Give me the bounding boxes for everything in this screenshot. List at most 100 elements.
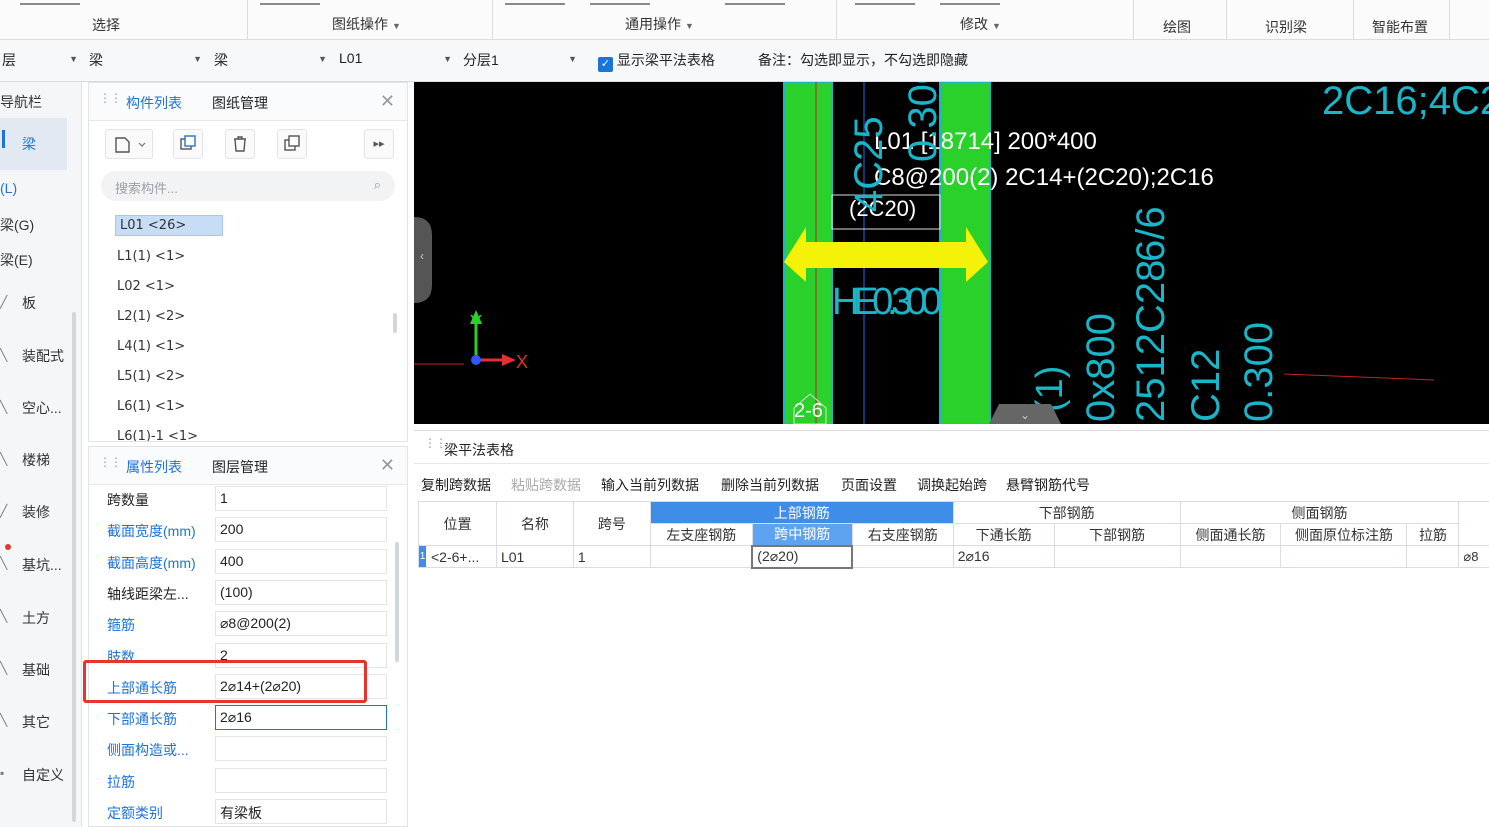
header-right-support[interactable]: 右支座钢筋 (851, 523, 954, 546)
ribbon-group-drawing[interactable]: 图纸操作 ▼ (332, 14, 401, 34)
close-icon[interactable]: ✕ (380, 455, 395, 476)
cell-span[interactable]: 1 (572, 545, 651, 568)
property-value-field[interactable]: 有梁板 (215, 799, 387, 824)
tab-property-list[interactable]: 属性列表 (126, 457, 182, 477)
header-name[interactable]: 名称 (495, 501, 574, 546)
list-item[interactable]: L2(1) <2> (117, 309, 185, 324)
property-row[interactable]: 定额类别 有梁板 (89, 796, 407, 827)
cell-bottom-through[interactable]: 2⌀16 (952, 545, 1055, 568)
list-item-selected[interactable]: L01 <26> (115, 215, 223, 236)
ribbon-cut-tool[interactable] (590, 0, 670, 5)
cell-bottom-rebar[interactable] (1053, 545, 1181, 568)
layer-select[interactable]: 分层1 ▼ (463, 50, 577, 72)
new-component-button[interactable] (105, 129, 153, 159)
property-value-field[interactable] (215, 767, 387, 793)
list-item[interactable]: L6(1) <1> (117, 399, 185, 414)
group-header-bottom-rebar[interactable]: 下部钢筋 (952, 501, 1181, 524)
cell-tie[interactable] (1406, 545, 1460, 568)
group-header-top-rebar[interactable]: 上部钢筋 (649, 501, 954, 524)
duplicate-component-button[interactable] (277, 129, 307, 159)
list-scrollbar[interactable] (393, 313, 397, 333)
show-table-checkbox[interactable]: ✓ 显示梁平法表格 (598, 50, 738, 72)
nav-item-custom[interactable]: 自定义 (22, 765, 64, 785)
ribbon-group-select[interactable]: 选择 (92, 15, 120, 35)
tab-component-list[interactable]: 构件列表 (126, 93, 182, 113)
property-value-field[interactable]: 200 (215, 517, 387, 543)
floor-select[interactable]: 层 ▼ (2, 50, 78, 72)
drag-handle-icon[interactable]: ⋮⋮ (99, 92, 122, 110)
property-row[interactable]: 箍筋 ⌀8@200(2) (89, 608, 407, 639)
cell-right-support[interactable] (851, 545, 954, 568)
property-value-field[interactable]: ⌀8@200(2) (215, 611, 387, 637)
header-position[interactable]: 位置 (418, 501, 497, 546)
cell-extra[interactable]: ⌀8 (1458, 545, 1489, 568)
cell-name[interactable]: L01 (495, 545, 574, 568)
tab-layer-management[interactable]: 图层管理 (212, 457, 268, 477)
more-tools-button[interactable]: ▸▸ (364, 129, 394, 159)
drag-handle-icon[interactable]: ⋮⋮ (424, 437, 447, 455)
close-icon[interactable]: ✕ (380, 91, 395, 112)
property-row[interactable]: 轴线距梁左... (100) (89, 577, 407, 608)
swap-start-span-button[interactable]: 调换起始跨 (917, 475, 987, 495)
header-span[interactable]: 跨号 (572, 501, 651, 546)
cell-side-through[interactable] (1179, 545, 1282, 568)
cad-drawing[interactable]: ‹ (2C20) L01 [18714] 200*400 C8@200(2) 2… (414, 82, 1489, 424)
ribbon-cut-tool[interactable] (940, 0, 1020, 5)
property-row[interactable]: 跨数量 1 (89, 483, 407, 514)
property-value-field[interactable]: (100) (215, 579, 387, 605)
nav-item-pit[interactable]: 基坑... (22, 555, 62, 575)
component-select[interactable]: L01 ▼ (339, 50, 452, 72)
cell-side-original[interactable] (1280, 545, 1408, 568)
header-tie[interactable]: 拉筋 (1406, 523, 1460, 546)
property-value-field[interactable]: 1 (215, 486, 387, 511)
property-scrollbar[interactable] (395, 542, 399, 662)
nav-item-other[interactable]: 其它 (22, 712, 50, 732)
ribbon-cut-tool[interactable] (20, 0, 100, 5)
header-extra[interactable] (1458, 501, 1489, 546)
category-select[interactable]: 梁 ▼ (89, 50, 202, 72)
input-column-data-button[interactable]: 输入当前列数据 (601, 475, 699, 495)
property-value-field[interactable]: 2⌀16 (215, 705, 387, 731)
ribbon-group-smart-layout[interactable]: 智能布置 (1372, 17, 1428, 37)
ribbon-group-recognize-beam[interactable]: 识别梁 (1265, 17, 1307, 37)
list-item[interactable]: L02 <1> (117, 279, 175, 294)
list-item[interactable]: L6(1)-1 <1> (117, 429, 198, 441)
copy-component-button[interactable] (173, 129, 203, 159)
list-item[interactable]: L1(1) <1> (117, 249, 185, 264)
header-side-original[interactable]: 侧面原位标注筋 (1280, 523, 1408, 546)
ribbon-cut-tool[interactable] (725, 0, 805, 5)
nav-item-earth[interactable]: 土方 (22, 608, 50, 628)
ribbon-group-modify[interactable]: 修改 ▼ (960, 14, 1001, 34)
paste-span-data-button[interactable]: 粘贴跨数据 (511, 475, 581, 495)
nav-item-beam-selected[interactable]: 梁 (0, 118, 67, 170)
list-item[interactable]: L5(1) <2> (117, 369, 185, 384)
header-left-support[interactable]: 左支座钢筋 (649, 523, 753, 546)
delete-column-data-button[interactable]: 删除当前列数据 (721, 475, 819, 495)
nav-item-decoration[interactable]: 装修 (22, 502, 50, 522)
group-header-side-rebar[interactable]: 侧面钢筋 (1179, 501, 1460, 524)
nav-item-prefab[interactable]: 装配式 (22, 346, 64, 366)
component-search-input[interactable]: 搜索构件... ⌕ (101, 171, 395, 201)
header-side-through[interactable]: 侧面通长筋 (1179, 523, 1282, 546)
nav-sub-item-l[interactable]: (L) (0, 180, 17, 196)
ribbon-group-common[interactable]: 通用操作 ▼ (625, 14, 694, 34)
type-select[interactable]: 梁 ▼ (214, 50, 327, 72)
cell-mid-span[interactable]: (2⌀20) (751, 544, 854, 569)
list-item[interactable]: L4(1) <1> (117, 339, 185, 354)
nav-item-hollow[interactable]: 空心... (22, 398, 62, 418)
property-value-field[interactable]: 400 (215, 548, 387, 574)
nav-item-foundation[interactable]: 基础 (22, 660, 50, 680)
ribbon-cut-tool[interactable] (855, 0, 935, 5)
ribbon-cut-tool[interactable] (260, 0, 340, 5)
ribbon-cut-tool[interactable] (505, 0, 585, 5)
property-value-field[interactable] (215, 736, 387, 762)
nav-item-stair[interactable]: 楼梯 (22, 450, 50, 470)
table-row[interactable]: 1 <2-6+... L01 1 (2⌀20) 2⌀16 ⌀8 (418, 544, 1489, 569)
header-bottom-through[interactable]: 下通长筋 (952, 523, 1055, 546)
header-mid-span[interactable]: 跨中钢筋 (751, 523, 853, 546)
copy-span-data-button[interactable]: 复制跨数据 (421, 475, 491, 495)
drag-handle-icon[interactable]: ⋮⋮ (99, 456, 122, 474)
cantilever-code-button[interactable]: 悬臂钢筋代号 (1006, 475, 1090, 495)
header-bottom-rebar[interactable]: 下部钢筋 (1053, 523, 1181, 546)
cell-position[interactable]: 1 <2-6+... (418, 545, 497, 568)
